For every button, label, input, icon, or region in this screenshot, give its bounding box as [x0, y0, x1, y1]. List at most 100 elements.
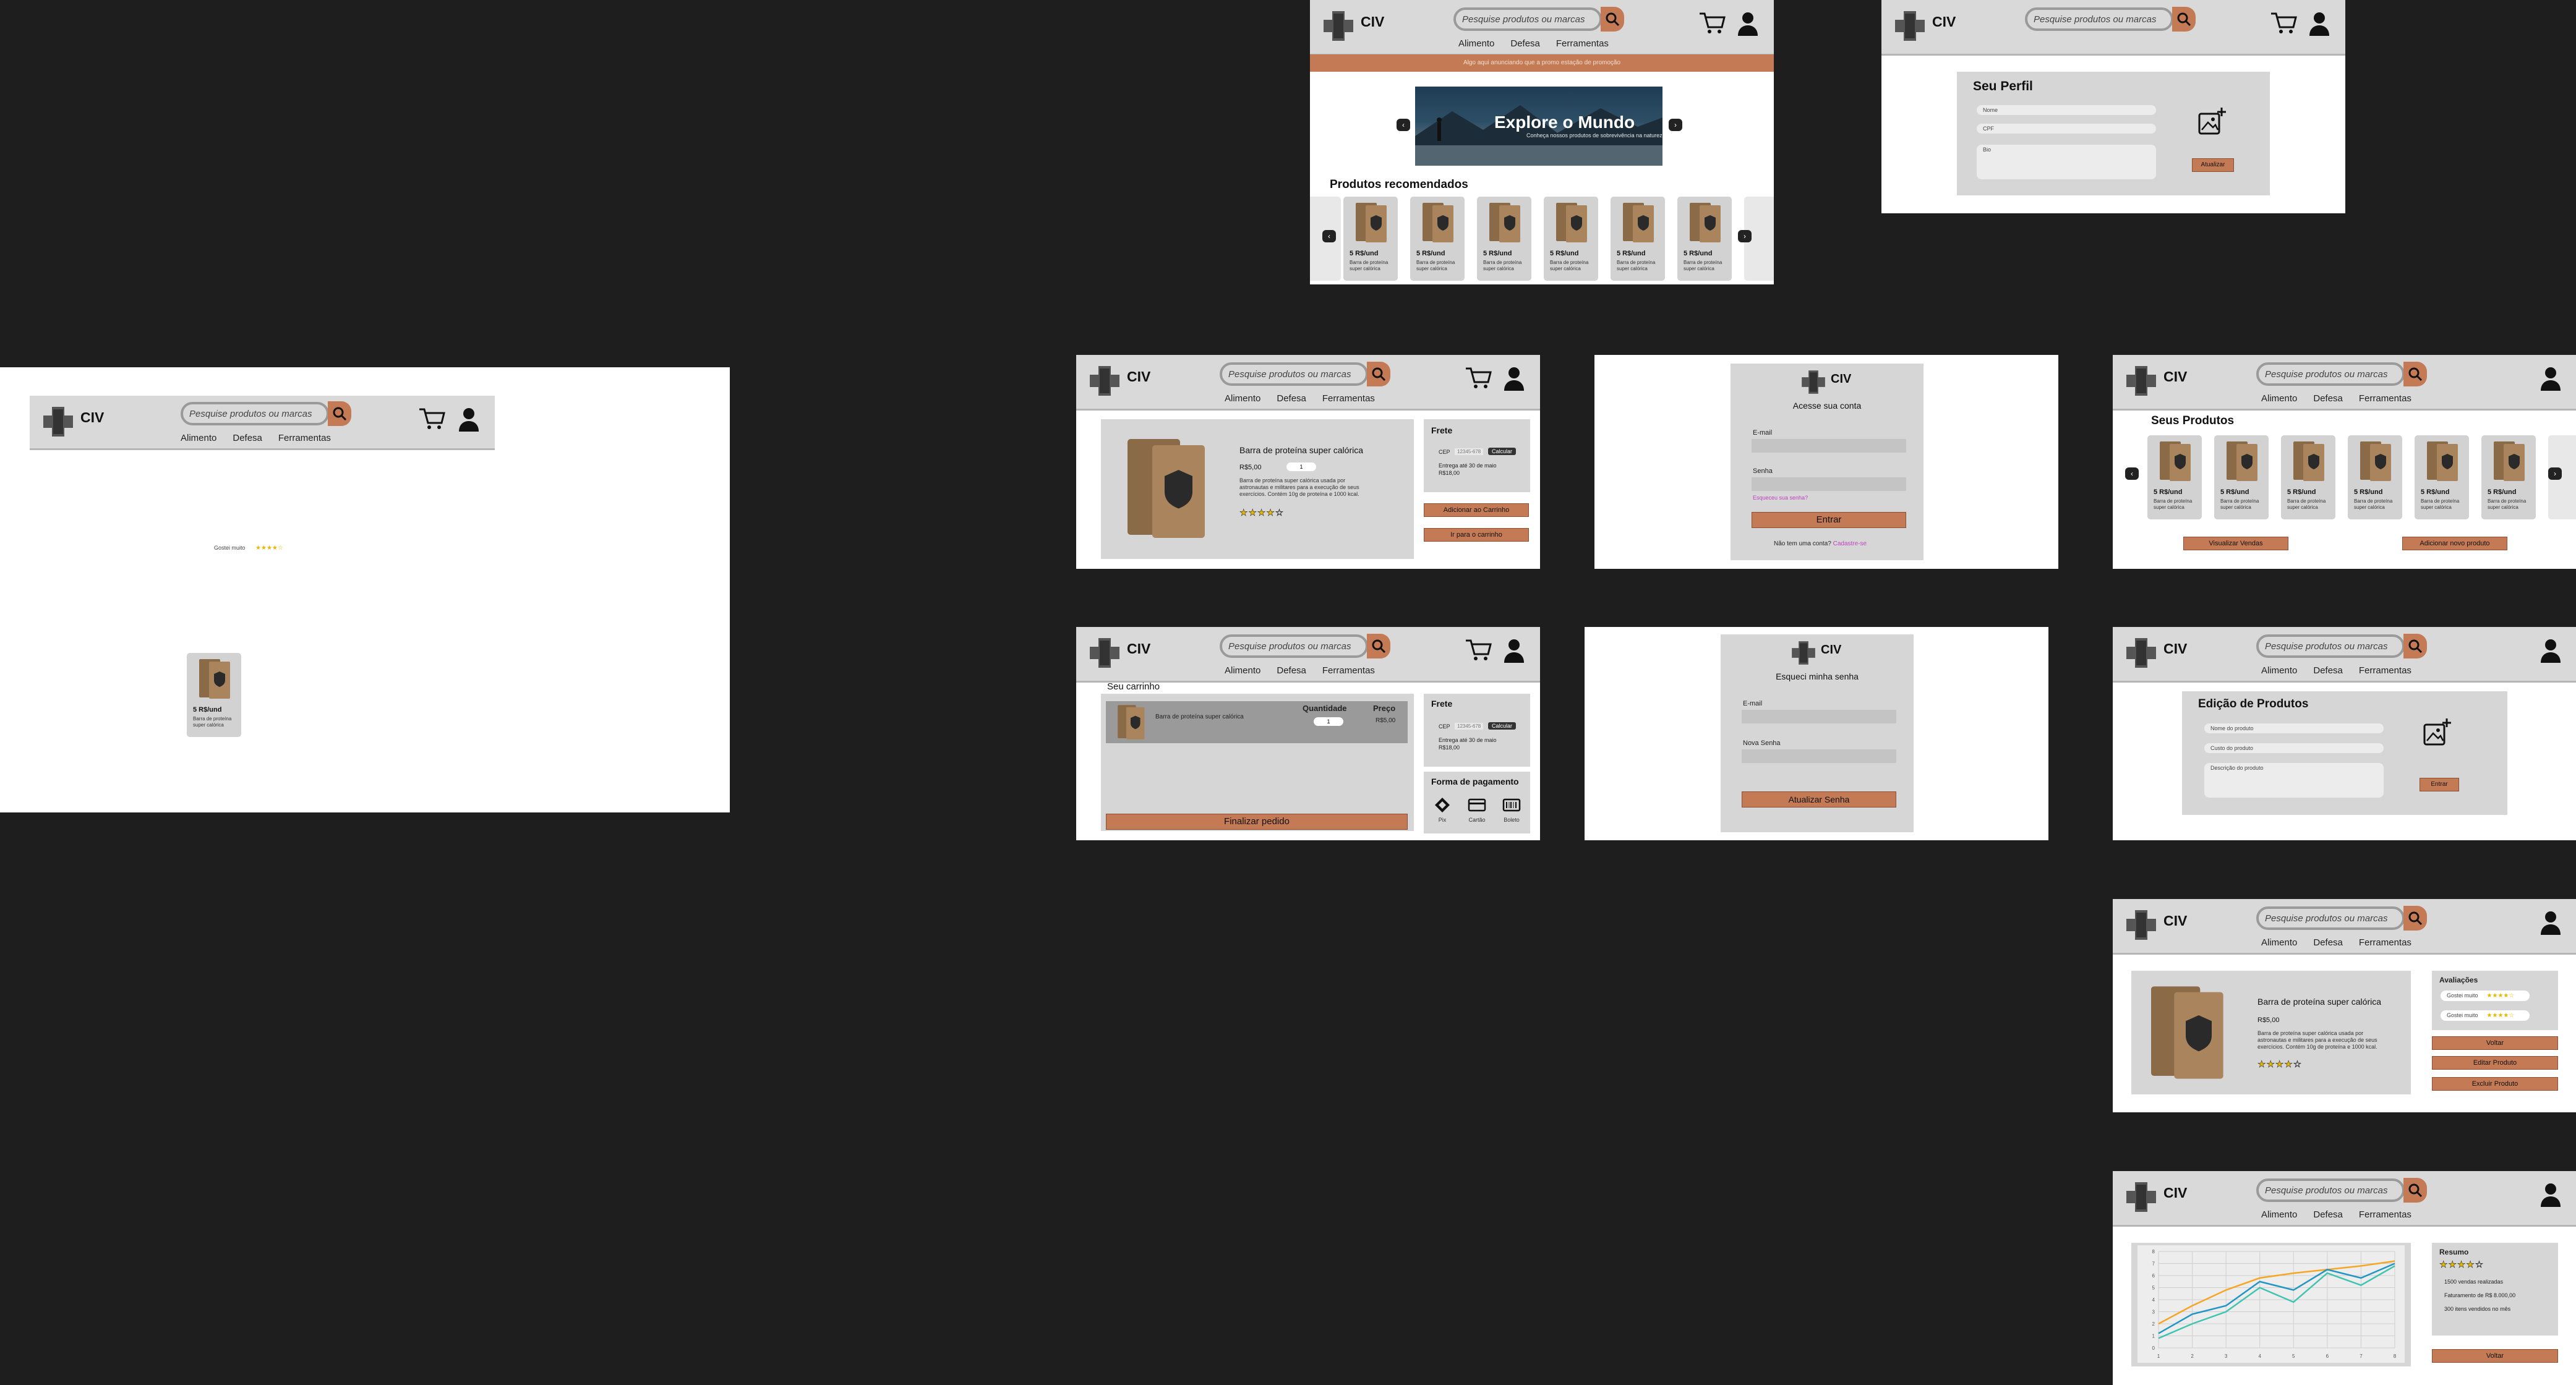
pay-option-card[interactable]: Cartão	[1465, 796, 1489, 824]
add-image-icon[interactable]	[2194, 105, 2229, 140]
product-card[interactable]: 5 R$/und Barra de proteína super calórica	[1677, 197, 1732, 281]
search-input[interactable]: Pesquise produtos ou marcas	[2025, 7, 2173, 31]
product-card[interactable]: 5 R$/und Barra de proteína super calórica	[2281, 435, 2335, 519]
save-product-button[interactable]: Entrar	[2420, 778, 2459, 791]
calculate-button[interactable]: Calcular	[1488, 448, 1517, 455]
nav-ferramentas[interactable]: Ferramentas	[1322, 665, 1375, 676]
search-button[interactable]	[2403, 362, 2427, 386]
product-card[interactable]: 5 R$/und Barra de proteína super calórica	[187, 653, 241, 737]
product-cost-field[interactable]: Custo do produto	[2204, 743, 2384, 753]
product-card[interactable]: 5 R$/und Barra de proteína super calórica	[1544, 197, 1598, 281]
password-field[interactable]	[1752, 477, 1906, 491]
search-input[interactable]: Pesquise produtos ou marcas	[1453, 7, 1602, 31]
search-input[interactable]: Pesquise produtos ou marcas	[1220, 362, 1368, 386]
nav-ferramentas[interactable]: Ferramentas	[2359, 665, 2411, 676]
finish-order-button[interactable]: Finalizar pedido	[1106, 814, 1408, 830]
user-icon[interactable]	[1503, 366, 1525, 391]
search-input[interactable]: Pesquise produtos ou marcas	[2256, 362, 2405, 386]
nav-ferramentas[interactable]: Ferramentas	[1322, 393, 1375, 404]
nav-defesa[interactable]: Defesa	[2313, 937, 2343, 948]
search-button[interactable]	[1367, 362, 1390, 386]
user-icon[interactable]	[2540, 638, 2562, 663]
edit-product-button[interactable]: Editar Produto	[2432, 1056, 2558, 1070]
pay-option-boleto[interactable]: Boleto	[1499, 796, 1524, 824]
cart-icon[interactable]	[1698, 11, 1726, 36]
product-name-field[interactable]: Nome do produto	[2204, 723, 2384, 733]
cpf-field[interactable]: CPF	[1977, 124, 2156, 134]
signup-link[interactable]: Cadastre-se	[1833, 540, 1867, 547]
product-card[interactable]: 5 R$/und Barra de proteína super calórica	[2214, 435, 2269, 519]
calculate-button[interactable]: Calcular	[1488, 722, 1517, 730]
update-password-button[interactable]: Atualizar Senha	[1742, 791, 1896, 808]
nav-defesa[interactable]: Defesa	[233, 433, 262, 443]
product-card[interactable]: 5 R$/und Barra de proteína super calórica	[1410, 197, 1465, 281]
pay-option-pix[interactable]: Pix	[1430, 796, 1455, 824]
view-sales-button[interactable]: Visualizar Vendas	[2183, 537, 2288, 550]
nav-alimento[interactable]: Alimento	[1225, 665, 1260, 676]
product-card[interactable]: 5 R$/und Barra de proteína super calórica	[1611, 197, 1665, 281]
cart-icon[interactable]	[1465, 366, 1492, 391]
nav-alimento[interactable]: Alimento	[181, 433, 216, 443]
add-product-button[interactable]: Adicionar novo produto	[2402, 537, 2507, 550]
nav-ferramentas[interactable]: Ferramentas	[2359, 1209, 2411, 1220]
user-icon[interactable]	[1737, 11, 1759, 36]
search-input[interactable]: Pesquise produtos ou marcas	[2256, 634, 2405, 658]
nav-defesa[interactable]: Defesa	[2313, 1209, 2343, 1220]
cep-input[interactable]: 12345-678	[1455, 448, 1484, 455]
carousel-next-button[interactable]: ›	[2548, 467, 2562, 480]
search-input[interactable]: Pesquise produtos ou marcas	[2256, 1178, 2405, 1202]
search-button[interactable]	[2172, 7, 2196, 32]
user-icon[interactable]	[2540, 910, 2562, 935]
nav-defesa[interactable]: Defesa	[1510, 38, 1540, 49]
banner-next-button[interactable]: ›	[1669, 119, 1682, 131]
user-icon[interactable]	[2540, 366, 2562, 391]
carousel-prev-button[interactable]: ‹	[1322, 230, 1336, 242]
user-icon[interactable]	[458, 407, 480, 432]
bio-field[interactable]: Bio	[1977, 145, 2156, 179]
cep-input[interactable]: 12345-678	[1455, 723, 1484, 730]
search-button[interactable]	[1601, 7, 1624, 32]
add-image-icon[interactable]	[2420, 716, 2454, 751]
new-password-field[interactable]	[1742, 749, 1896, 763]
back-button[interactable]: Voltar	[2432, 1349, 2558, 1363]
login-button[interactable]: Entrar	[1752, 512, 1906, 528]
go-to-cart-button[interactable]: Ir para o carrinho	[1424, 528, 1529, 542]
search-input[interactable]: Pesquise produtos ou marcas	[181, 402, 329, 425]
carousel-next-button[interactable]: ›	[1738, 230, 1752, 242]
nav-alimento[interactable]: Alimento	[1225, 393, 1260, 404]
nav-ferramentas[interactable]: Ferramentas	[2359, 937, 2411, 948]
nav-ferramentas[interactable]: Ferramentas	[278, 433, 331, 443]
cart-icon[interactable]	[1465, 638, 1492, 663]
nav-ferramentas[interactable]: Ferramentas	[1556, 38, 1609, 49]
nav-alimento[interactable]: Alimento	[2261, 1209, 2297, 1220]
quantity-stepper[interactable]: 1	[1314, 717, 1343, 726]
nav-ferramentas[interactable]: Ferramentas	[2359, 393, 2411, 404]
product-card[interactable]: 5 R$/und Barra de proteína super calórica	[2415, 435, 2469, 519]
search-button[interactable]	[2403, 1178, 2427, 1203]
search-button[interactable]	[2403, 634, 2427, 658]
hero-banner[interactable]: Explore o Mundo Conheça nossos produtos …	[1415, 87, 1662, 166]
search-button[interactable]	[1367, 634, 1390, 658]
search-button[interactable]	[2403, 906, 2427, 931]
nav-defesa[interactable]: Defesa	[2313, 393, 2343, 404]
search-input[interactable]: Pesquise produtos ou marcas	[1220, 634, 1368, 658]
product-description-field[interactable]: Descrição do produto	[2204, 763, 2384, 798]
name-field[interactable]: Nome	[1977, 105, 2156, 115]
nav-alimento[interactable]: Alimento	[2261, 393, 2297, 404]
nav-alimento[interactable]: Alimento	[2261, 937, 2297, 948]
quantity-stepper[interactable]: 1	[1286, 462, 1316, 471]
nav-defesa[interactable]: Defesa	[1277, 393, 1306, 404]
user-icon[interactable]	[2540, 1182, 2562, 1207]
cart-icon[interactable]	[418, 407, 445, 432]
user-icon[interactable]	[1503, 638, 1525, 663]
product-card[interactable]: 5 R$/und Barra de proteína super calórica	[1477, 197, 1531, 281]
nav-alimento[interactable]: Alimento	[1458, 38, 1494, 49]
nav-defesa[interactable]: Defesa	[2313, 665, 2343, 676]
nav-alimento[interactable]: Alimento	[2261, 665, 2297, 676]
email-field[interactable]	[1742, 710, 1896, 723]
delete-product-button[interactable]: Excluir Produto	[2432, 1077, 2558, 1091]
add-to-cart-button[interactable]: Adicionar ao Carrinho	[1424, 503, 1529, 517]
email-field[interactable]	[1752, 439, 1906, 453]
banner-prev-button[interactable]: ‹	[1397, 119, 1410, 131]
search-input[interactable]: Pesquise produtos ou marcas	[2256, 906, 2405, 930]
